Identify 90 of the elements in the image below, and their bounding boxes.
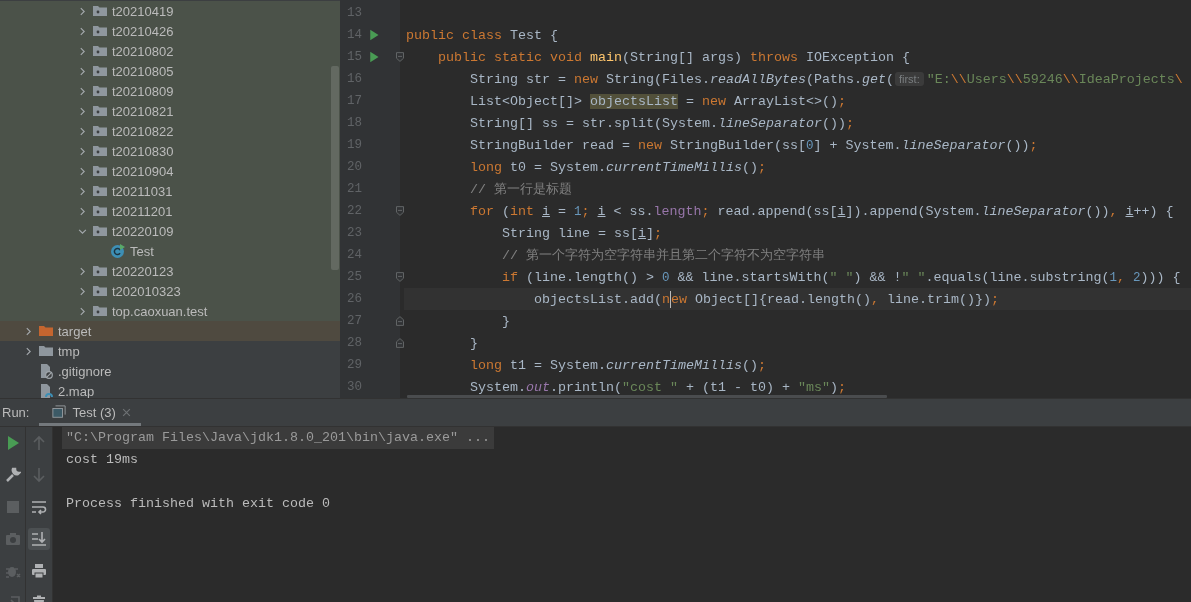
console-icon: [52, 405, 67, 419]
tree-item[interactable]: target: [0, 321, 340, 341]
folder-icon: [92, 283, 108, 299]
tree-item[interactable]: t20211031: [0, 181, 340, 201]
code-text: String[] ss = str.split(System.lineSeparator());: [470, 115, 854, 131]
folder-icon: [92, 143, 108, 159]
tree-item[interactable]: t20210821: [0, 101, 340, 121]
folder-icon: [92, 23, 108, 39]
code-text: List<Object[]> objectsList = new ArrayList<>();: [470, 93, 846, 109]
code-text: if (line.length() > 0 && line.startsWith(" ") && !" ".equals(line.substring(1, 2))) {: [502, 269, 1181, 285]
code-text: StringBuilder read = new StringBuilder(ss[0] + System.lineSeparator());: [470, 137, 1038, 153]
panel-label: Run:: [2, 405, 30, 420]
tree-item[interactable]: t20211201: [0, 201, 340, 221]
console-line: cost 19ms: [66, 451, 139, 469]
chevron-icon[interactable]: [77, 306, 87, 316]
folder-icon: [92, 3, 108, 19]
fold-icon[interactable]: [396, 338, 404, 348]
chevron-icon[interactable]: [77, 146, 87, 156]
folder-icon: [92, 63, 108, 79]
parameter-hint: first:: [894, 72, 924, 86]
fold-icon[interactable]: [396, 316, 404, 326]
scroll-to-end-icon[interactable]: [28, 528, 50, 550]
text-caret: [670, 290, 671, 308]
tree-item[interactable]: t20210426: [0, 21, 340, 41]
tree-item[interactable]: 2.map: [0, 381, 340, 398]
chevron-icon[interactable]: [77, 186, 87, 196]
chevron-icon[interactable]: [77, 166, 87, 176]
tree-item[interactable]: t20210830: [0, 141, 340, 161]
chevron-icon[interactable]: [23, 346, 33, 356]
tree-item[interactable]: t20220123: [0, 261, 340, 281]
code-text: long t1 = System.currentTimeMillis();: [470, 357, 766, 373]
tree-item[interactable]: t20210904: [0, 161, 340, 181]
tree-item[interactable]: t20210809: [0, 81, 340, 101]
tree-item[interactable]: t20220109: [0, 221, 340, 241]
tree-item[interactable]: t20210822: [0, 121, 340, 141]
tree-item[interactable]: Test: [0, 241, 340, 261]
folder-icon: [92, 163, 108, 179]
chevron-icon[interactable]: [77, 206, 87, 216]
code-text: }: [470, 335, 478, 351]
tree-item[interactable]: t202010323: [0, 281, 340, 301]
run-icon[interactable]: [368, 29, 380, 41]
code-text: "E:\\Users\\59246\\IdeaProjects\: [926, 71, 1183, 87]
folder-icon: [92, 183, 108, 199]
chevron-icon[interactable]: [77, 46, 87, 56]
tree-item[interactable]: t20210419: [0, 1, 340, 21]
folder-icon: [92, 263, 108, 279]
folder-icon: [92, 43, 108, 59]
code-text: public class Test {: [406, 27, 558, 43]
chevron-icon[interactable]: [77, 126, 87, 136]
folder-icon: [92, 83, 108, 99]
close-icon[interactable]: [121, 407, 131, 417]
code-text: String line = ss[i];: [502, 225, 662, 241]
console-line: Process finished with exit code 0: [66, 495, 331, 513]
folder-icon: [38, 323, 54, 339]
file-icon: [38, 383, 54, 398]
code-text: public static void main(String[] args) throws IOException {: [438, 49, 910, 65]
tree-item[interactable]: tmp: [0, 341, 340, 361]
tree-item[interactable]: t20210802: [0, 41, 340, 61]
chevron-icon[interactable]: [23, 326, 33, 336]
class-icon: [110, 243, 126, 259]
folder-icon: [92, 223, 108, 239]
chevron-icon[interactable]: [77, 66, 87, 76]
fold-icon[interactable]: [396, 206, 404, 216]
scrollbar[interactable]: [331, 66, 339, 270]
code-text: for (int i = 1; i < ss.length; read.append(ss[i]).append(System.lineSeparator()), i++) {: [470, 203, 1174, 219]
folder-icon: [92, 103, 108, 119]
fold-icon[interactable]: [396, 52, 404, 62]
code-text: }: [502, 313, 510, 329]
code-text: long t0 = System.currentTimeMillis();: [470, 159, 766, 175]
chevron-icon[interactable]: [77, 286, 87, 296]
folder-icon: [38, 343, 54, 359]
fold-icon[interactable]: [396, 272, 404, 282]
tree-item[interactable]: t20210805: [0, 61, 340, 81]
folder-icon: [92, 123, 108, 139]
chevron-icon[interactable]: [77, 226, 87, 236]
chevron-icon[interactable]: [77, 106, 87, 116]
code-text: System.out.println("cost " + (t1 - t0) + "ms");: [470, 379, 846, 395]
folder-icon: [92, 303, 108, 319]
folder-icon: [92, 203, 108, 219]
ignore-file-icon: [38, 363, 54, 379]
code-text: String str = new String(Files.readAllBytes(Paths.get(: [470, 71, 894, 87]
chevron-icon[interactable]: [77, 26, 87, 36]
tree-item[interactable]: .gitignore: [0, 361, 340, 381]
tree-item[interactable]: top.caoxuan.test: [0, 301, 340, 321]
code-text: ew Object[]{read.length(), line.trim()});: [671, 291, 999, 307]
chevron-icon[interactable]: [77, 6, 87, 16]
chevron-icon[interactable]: [77, 86, 87, 96]
chevron-icon[interactable]: [77, 266, 87, 276]
run-icon[interactable]: [368, 51, 380, 63]
code-text: objectsList.add(n: [534, 291, 670, 307]
